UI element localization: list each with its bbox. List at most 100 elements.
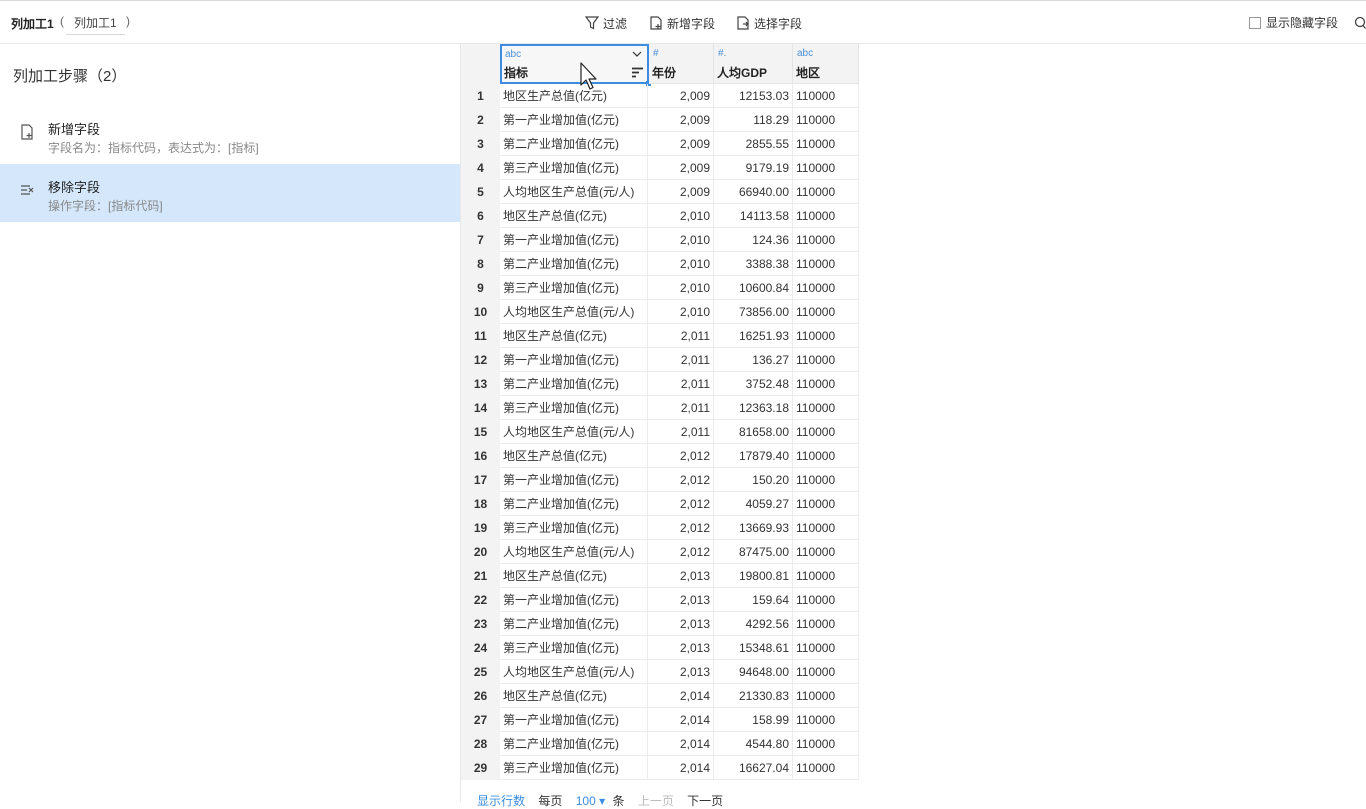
- table-row[interactable]: 26 地区生产总值(亿元) 2,014 21330.83 110000: [461, 684, 859, 708]
- show-hidden-fields-toggle[interactable]: 显示隐藏字段: [1249, 14, 1338, 31]
- table-row[interactable]: 25 人均地区生产总值(元/人) 2,013 94648.00 110000: [461, 660, 859, 684]
- table-cell[interactable]: 第三产业增加值(亿元): [500, 636, 648, 660]
- table-cell[interactable]: 3388.38: [714, 252, 793, 276]
- table-cell[interactable]: 15348.61: [714, 636, 793, 660]
- prev-page-button[interactable]: 上一页: [638, 794, 674, 808]
- table-cell[interactable]: 21330.83: [714, 684, 793, 708]
- table-cell[interactable]: 110000: [793, 492, 859, 516]
- table-cell[interactable]: 2,011: [648, 396, 714, 420]
- table-cell[interactable]: 第三产业增加值(亿元): [500, 396, 648, 420]
- table-cell[interactable]: 地区生产总值(亿元): [500, 324, 648, 348]
- filter-button[interactable]: 过滤: [585, 14, 627, 32]
- table-cell[interactable]: 人均地区生产总值(元/人): [500, 540, 648, 564]
- table-row[interactable]: 1 地区生产总值(亿元) 2,009 12153.03 110000: [461, 84, 859, 108]
- table-row[interactable]: 15 人均地区生产总值(元/人) 2,011 81658.00 110000: [461, 420, 859, 444]
- table-cell[interactable]: 地区生产总值(亿元): [500, 84, 648, 108]
- table-cell[interactable]: 118.29: [714, 108, 793, 132]
- table-row[interactable]: 14 第三产业增加值(亿元) 2,011 12363.18 110000: [461, 396, 859, 420]
- table-cell[interactable]: 地区生产总值(亿元): [500, 564, 648, 588]
- table-cell[interactable]: 2,013: [648, 612, 714, 636]
- table-row[interactable]: 17 第一产业增加值(亿元) 2,012 150.20 110000: [461, 468, 859, 492]
- table-cell[interactable]: 73856.00: [714, 300, 793, 324]
- table-cell[interactable]: 19800.81: [714, 564, 793, 588]
- table-row[interactable]: 2 第一产业增加值(亿元) 2,009 118.29 110000: [461, 108, 859, 132]
- table-cell[interactable]: 2,011: [648, 420, 714, 444]
- table-cell[interactable]: 110000: [793, 228, 859, 252]
- table-cell[interactable]: 第三产业增加值(亿元): [500, 276, 648, 300]
- table-cell[interactable]: 2,012: [648, 540, 714, 564]
- table-cell[interactable]: 110000: [793, 540, 859, 564]
- table-cell[interactable]: 第三产业增加值(亿元): [500, 156, 648, 180]
- table-cell[interactable]: 4292.56: [714, 612, 793, 636]
- table-cell[interactable]: 人均地区生产总值(元/人): [500, 660, 648, 684]
- table-cell[interactable]: 第二产业增加值(亿元): [500, 612, 648, 636]
- table-cell[interactable]: 4544.80: [714, 732, 793, 756]
- table-row[interactable]: 13 第二产业增加值(亿元) 2,011 3752.48 110000: [461, 372, 859, 396]
- table-cell[interactable]: 地区生产总值(亿元): [500, 684, 648, 708]
- table-row[interactable]: 12 第一产业增加值(亿元) 2,011 136.27 110000: [461, 348, 859, 372]
- table-cell[interactable]: 110000: [793, 636, 859, 660]
- table-cell[interactable]: 110000: [793, 276, 859, 300]
- table-cell[interactable]: 66940.00: [714, 180, 793, 204]
- table-row[interactable]: 5 人均地区生产总值(元/人) 2,009 66940.00 110000: [461, 180, 859, 204]
- table-cell[interactable]: 13669.93: [714, 516, 793, 540]
- table-cell[interactable]: 第一产业增加值(亿元): [500, 468, 648, 492]
- sort-icon[interactable]: [632, 67, 643, 78]
- table-cell[interactable]: 110000: [793, 612, 859, 636]
- table-row[interactable]: 10 人均地区生产总值(元/人) 2,010 73856.00 110000: [461, 300, 859, 324]
- table-cell[interactable]: 150.20: [714, 468, 793, 492]
- step-remove-field[interactable]: 移除字段 操作字段：[指标代码]: [0, 164, 460, 222]
- select-field-button[interactable]: 选择字段: [736, 14, 802, 32]
- table-row[interactable]: 6 地区生产总值(亿元) 2,010 14113.58 110000: [461, 204, 859, 228]
- step-add-field[interactable]: 新增字段 字段名为：指标代码，表达式为：[指标]: [0, 106, 460, 164]
- table-cell[interactable]: 110000: [793, 420, 859, 444]
- table-cell[interactable]: 第二产业增加值(亿元): [500, 372, 648, 396]
- table-cell[interactable]: 110000: [793, 372, 859, 396]
- page-size-select[interactable]: 100 ▾: [576, 794, 605, 808]
- table-cell[interactable]: 110000: [793, 396, 859, 420]
- table-cell[interactable]: 110000: [793, 348, 859, 372]
- table-cell[interactable]: 2,011: [648, 348, 714, 372]
- table-cell[interactable]: 110000: [793, 588, 859, 612]
- table-cell[interactable]: 110000: [793, 180, 859, 204]
- table-cell[interactable]: 110000: [793, 708, 859, 732]
- table-row[interactable]: 27 第一产业增加值(亿元) 2,014 158.99 110000: [461, 708, 859, 732]
- table-row[interactable]: 29 第三产业增加值(亿元) 2,014 16627.04 110000: [461, 756, 859, 780]
- table-cell[interactable]: 2,013: [648, 588, 714, 612]
- table-cell[interactable]: 第一产业增加值(亿元): [500, 348, 648, 372]
- table-cell[interactable]: 110000: [793, 468, 859, 492]
- table-cell[interactable]: 110000: [793, 252, 859, 276]
- table-cell[interactable]: 2,010: [648, 300, 714, 324]
- table-row[interactable]: 20 人均地区生产总值(元/人) 2,012 87475.00 110000: [461, 540, 859, 564]
- table-cell[interactable]: 110000: [793, 564, 859, 588]
- search-icon[interactable]: [1354, 16, 1366, 30]
- show-hidden-checkbox[interactable]: [1249, 16, 1261, 29]
- table-cell[interactable]: 81658.00: [714, 420, 793, 444]
- column-header-region[interactable]: abc 地区: [793, 44, 859, 84]
- table-cell[interactable]: 2,009: [648, 180, 714, 204]
- table-cell[interactable]: 第二产业增加值(亿元): [500, 492, 648, 516]
- table-cell[interactable]: 2,009: [648, 156, 714, 180]
- table-cell[interactable]: 第三产业增加值(亿元): [500, 516, 648, 540]
- table-row[interactable]: 3 第二产业增加值(亿元) 2,009 2855.55 110000: [461, 132, 859, 156]
- table-cell[interactable]: 第二产业增加值(亿元): [500, 732, 648, 756]
- table-cell[interactable]: 2,010: [648, 276, 714, 300]
- table-cell[interactable]: 2,014: [648, 756, 714, 780]
- table-cell[interactable]: 人均地区生产总值(元/人): [500, 420, 648, 444]
- table-cell[interactable]: 人均地区生产总值(元/人): [500, 180, 648, 204]
- table-cell[interactable]: 2,013: [648, 636, 714, 660]
- table-cell[interactable]: 4059.27: [714, 492, 793, 516]
- table-cell[interactable]: 17879.40: [714, 444, 793, 468]
- table-cell[interactable]: 10600.84: [714, 276, 793, 300]
- table-cell[interactable]: 第二产业增加值(亿元): [500, 252, 648, 276]
- table-cell[interactable]: 2,009: [648, 84, 714, 108]
- table-cell[interactable]: 136.27: [714, 348, 793, 372]
- table-row[interactable]: 18 第二产业增加值(亿元) 2,012 4059.27 110000: [461, 492, 859, 516]
- table-cell[interactable]: 第一产业增加值(亿元): [500, 708, 648, 732]
- table-cell[interactable]: 2,014: [648, 732, 714, 756]
- column-header-indicator[interactable]: abc 指标: [500, 44, 649, 84]
- table-cell[interactable]: 110000: [793, 156, 859, 180]
- table-cell[interactable]: 87475.00: [714, 540, 793, 564]
- table-row[interactable]: 4 第三产业增加值(亿元) 2,009 9179.19 110000: [461, 156, 859, 180]
- table-row[interactable]: 23 第二产业增加值(亿元) 2,013 4292.56 110000: [461, 612, 859, 636]
